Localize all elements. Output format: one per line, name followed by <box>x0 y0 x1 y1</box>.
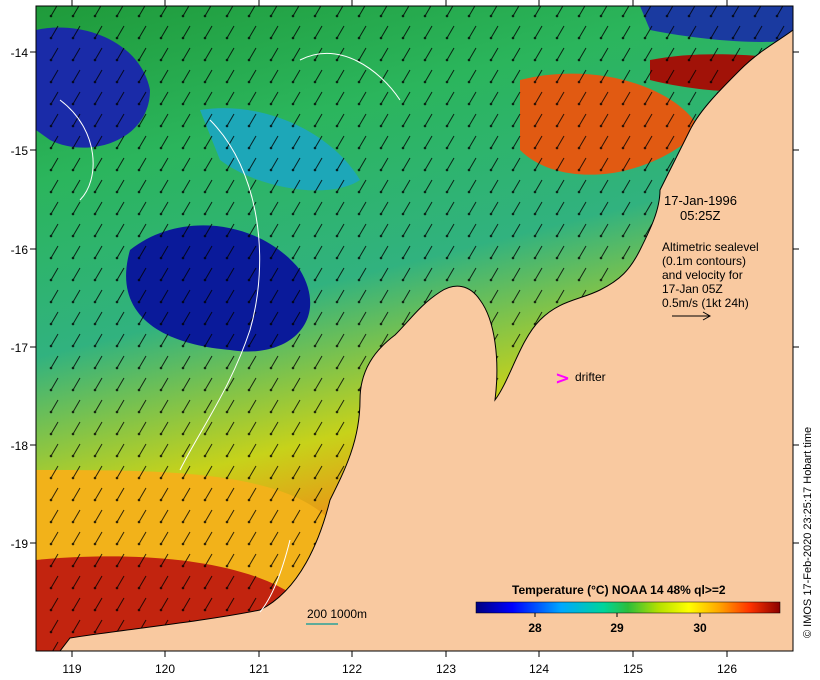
lat-tick-label: -16 <box>11 243 29 257</box>
lat-tick-label: -14 <box>11 46 29 60</box>
info-line: (0.1m contours) <box>662 254 746 268</box>
info-line: Altimetric sealevel <box>662 240 759 254</box>
info-line: 0.5m/s (1kt 24h) <box>662 296 749 310</box>
lat-tick-label: -15 <box>11 144 29 158</box>
lon-tick-label: 122 <box>342 662 362 676</box>
time-label: 05:25Z <box>680 208 721 223</box>
lat-tick-label: -19 <box>11 537 29 551</box>
lon-tick-label: 126 <box>717 662 737 676</box>
date-label: 17-Jan-1996 <box>664 193 737 208</box>
lat-tick-label: -18 <box>11 439 29 453</box>
depth-contour-label: 200 1000m <box>307 607 367 621</box>
drifter-label: drifter <box>575 370 606 384</box>
lat-tick-label: -17 <box>11 341 29 355</box>
info-line: 17-Jan 05Z <box>662 282 723 296</box>
lon-tick-label: 124 <box>529 662 549 676</box>
drifter-icon: > <box>555 368 570 389</box>
colorbar <box>475 601 781 614</box>
lon-tick-label: 125 <box>623 662 643 676</box>
lon-tick-label: 121 <box>249 662 269 676</box>
sst-map: 119 120 121 122 123 124 125 126 -14 -15 … <box>11 0 814 676</box>
colorbar-tick-label: 29 <box>610 621 624 635</box>
lon-tick-label: 119 <box>62 662 81 676</box>
colorbar-tick-label: 30 <box>693 621 707 635</box>
info-line: and velocity for <box>662 268 743 282</box>
colorbar-title: Temperature (°C) NOAA 14 48% ql>=2 <box>512 583 726 597</box>
lon-tick-label: 120 <box>155 662 175 676</box>
colorbar-tick-label: 28 <box>528 621 542 635</box>
credit-text: © IMOS 17-Feb-2020 23:25:17 Hobart time <box>802 427 814 638</box>
lon-tick-label: 123 <box>436 662 456 676</box>
